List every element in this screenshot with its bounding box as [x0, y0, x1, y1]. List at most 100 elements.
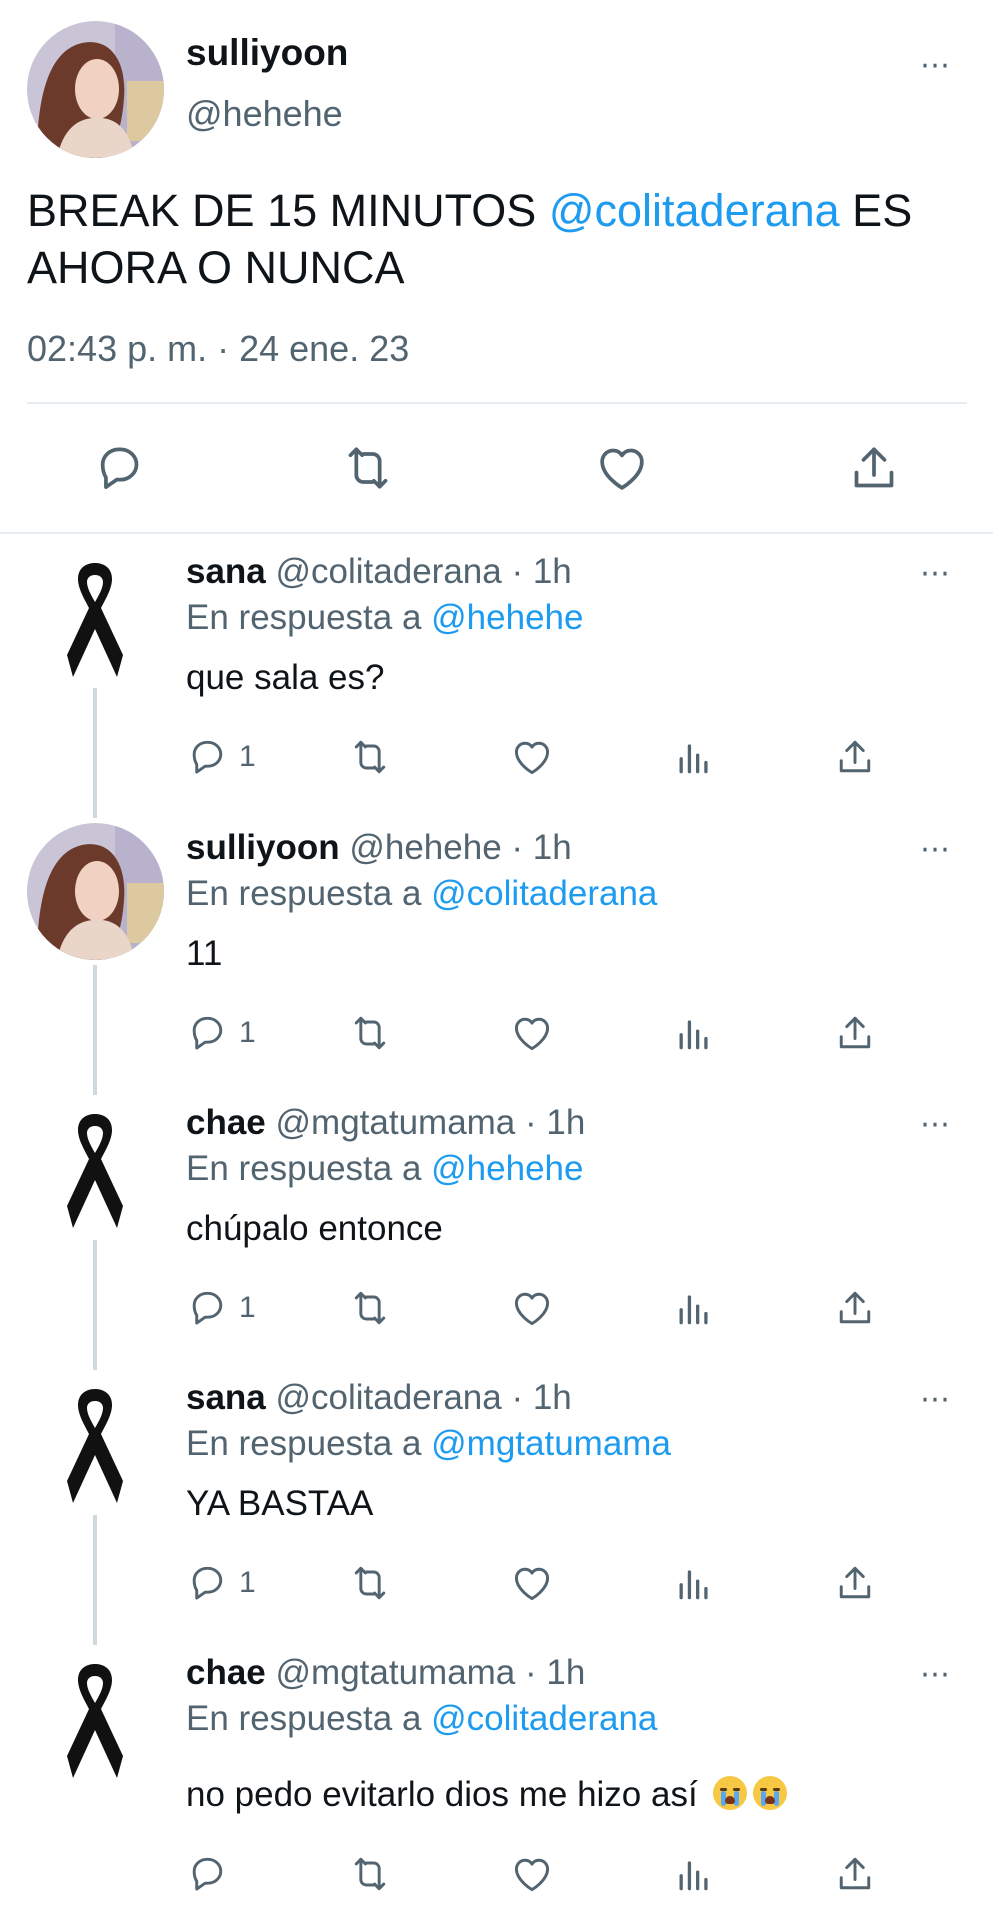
reply-header: chae @mgtatumama · 1h	[186, 1653, 585, 1693]
like-icon	[510, 1011, 554, 1055]
retweet-icon[interactable]	[340, 440, 396, 496]
reply-mention-link[interactable]: @hehehe	[431, 598, 583, 637]
tweet-mention-link[interactable]: @colitaderana	[549, 185, 840, 236]
reply-button[interactable]: 1	[185, 1011, 256, 1055]
views-button[interactable]	[672, 1011, 716, 1055]
reply-prefix: En respuesta a	[186, 1699, 432, 1738]
reply-author-name[interactable]: sana	[186, 1378, 266, 1417]
author-avatar[interactable]	[27, 21, 164, 158]
reply-text: 11	[186, 934, 223, 973]
retweet-icon	[348, 1852, 392, 1896]
like-button[interactable]	[510, 1011, 554, 1055]
black-ribbon-icon[interactable]	[55, 1381, 135, 1506]
retweet-button[interactable]	[348, 735, 392, 779]
retweet-icon	[348, 1561, 392, 1605]
reply-header: sana @colitaderana · 1h	[186, 1378, 572, 1418]
reply-count: 1	[239, 740, 256, 773]
views-icon	[672, 735, 716, 779]
reply-context: En respuesta a @hehehe	[186, 1149, 583, 1189]
reply-mention-link[interactable]: @colitaderana	[431, 1699, 657, 1738]
share-button[interactable]	[833, 1011, 877, 1055]
more-options-icon[interactable]: ⋯	[920, 832, 951, 867]
reply-mention-link[interactable]: @hehehe	[431, 1149, 583, 1188]
more-options-icon[interactable]: ⋯	[920, 1107, 951, 1142]
reply-mention-link[interactable]: @colitaderana	[431, 874, 657, 913]
share-button[interactable]	[833, 1852, 877, 1896]
share-button[interactable]	[833, 1286, 877, 1330]
thread-line	[93, 1515, 97, 1645]
reply-button[interactable]: 1	[185, 1286, 256, 1330]
like-icon	[510, 735, 554, 779]
like-icon[interactable]	[594, 440, 650, 496]
like-button[interactable]	[510, 1561, 554, 1605]
more-options-icon[interactable]: ⋯	[920, 1657, 951, 1692]
retweet-button[interactable]	[348, 1011, 392, 1055]
reply-author-name[interactable]: sana	[186, 552, 266, 591]
reply-text-content: no pedo evitarlo dios me hizo así	[186, 1775, 698, 1814]
views-icon	[672, 1561, 716, 1605]
reply-header: chae @mgtatumama · 1h	[186, 1103, 585, 1143]
reply-button[interactable]: 1	[185, 1561, 256, 1605]
retweet-button[interactable]	[348, 1286, 392, 1330]
reply-text: que sala es?	[186, 658, 385, 697]
more-options-icon[interactable]: ⋯	[920, 556, 951, 591]
reply-author-name[interactable]: chae	[186, 1653, 266, 1692]
reply-text: no pedo evitarlo dios me hizo así	[186, 1775, 788, 1815]
reply-author-name[interactable]: chae	[186, 1103, 266, 1142]
retweet-button[interactable]	[348, 1852, 392, 1896]
thread-line	[93, 965, 97, 1095]
retweet-icon	[348, 1286, 392, 1330]
black-ribbon-icon[interactable]	[55, 1106, 135, 1231]
retweet-icon	[348, 1011, 392, 1055]
tweet-text: BREAK DE 15 MINUTOS @colitaderana ES AHO…	[27, 182, 977, 296]
reply-context: En respuesta a @colitaderana	[186, 874, 657, 914]
author-name[interactable]: sulliyoon	[186, 32, 348, 74]
retweet-button[interactable]	[348, 1561, 392, 1605]
retweet-icon	[348, 735, 392, 779]
crying-face-icon	[713, 1776, 748, 1810]
reply-icon[interactable]	[91, 440, 147, 496]
reply-button[interactable]	[185, 1852, 239, 1896]
thread-line	[93, 1240, 97, 1370]
like-icon	[510, 1852, 554, 1896]
reply-author-name[interactable]: sulliyoon	[186, 828, 340, 867]
reply-icon	[185, 735, 229, 779]
reply-author-avatar[interactable]	[27, 823, 164, 960]
like-button[interactable]	[510, 735, 554, 779]
reply-text: chúpalo entonce	[186, 1209, 443, 1248]
reply-meta: @colitaderana · 1h	[265, 552, 572, 591]
share-icon	[833, 1286, 877, 1330]
tweet-timestamp[interactable]: 02:43 p. m. · 24 ene. 23	[27, 328, 409, 370]
more-options-icon[interactable]: ⋯	[920, 1382, 951, 1417]
divider	[27, 402, 967, 404]
like-button[interactable]	[510, 1286, 554, 1330]
share-icon	[833, 735, 877, 779]
thread-line	[93, 688, 97, 818]
reply-context: En respuesta a @colitaderana	[186, 1699, 657, 1739]
share-button[interactable]	[833, 735, 877, 779]
reply-prefix: En respuesta a	[186, 1149, 432, 1188]
more-options-icon[interactable]: ⋯	[920, 48, 951, 83]
reply-text: YA BASTAA	[186, 1484, 374, 1523]
reply-mention-link[interactable]: @mgtatumama	[431, 1424, 671, 1463]
reply-prefix: En respuesta a	[186, 874, 432, 913]
like-button[interactable]	[510, 1852, 554, 1896]
like-icon	[510, 1561, 554, 1605]
views-button[interactable]	[672, 1852, 716, 1896]
share-button[interactable]	[833, 1561, 877, 1605]
views-button[interactable]	[672, 735, 716, 779]
author-handle[interactable]: @hehehe	[186, 93, 343, 135]
views-icon	[672, 1852, 716, 1896]
views-button[interactable]	[672, 1561, 716, 1605]
black-ribbon-icon[interactable]	[55, 1656, 135, 1781]
black-ribbon-icon[interactable]	[55, 555, 135, 680]
reply-prefix: En respuesta a	[186, 1424, 432, 1463]
reply-prefix: En respuesta a	[186, 598, 432, 637]
reply-context: En respuesta a @hehehe	[186, 598, 583, 638]
views-icon	[672, 1011, 716, 1055]
reply-header: sana @colitaderana · 1h	[186, 552, 572, 592]
views-button[interactable]	[672, 1286, 716, 1330]
reply-button[interactable]: 1	[185, 735, 256, 779]
divider	[0, 532, 993, 534]
share-icon[interactable]	[846, 440, 902, 496]
